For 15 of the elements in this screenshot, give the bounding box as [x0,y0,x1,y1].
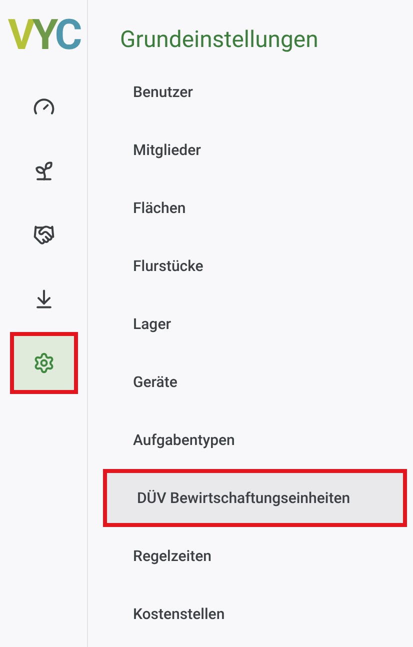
menu-item[interactable]: DÜV Bewirtschaftungseinheiten [103,469,407,527]
page-title: Grundeinstellungen [120,26,320,54]
menu-item[interactable]: Aufgabentypen [103,411,407,469]
menu-item[interactable]: Regelzeiten [103,527,407,585]
menu-item[interactable]: Kostenstellen [103,585,407,643]
logo: VYC [8,14,80,58]
menu-item[interactable]: Mitglieder [103,121,407,179]
menu-item[interactable]: Lager [103,295,407,353]
settings-icon [32,352,54,374]
menu-item[interactable]: Benutzer [103,63,407,121]
menu-item[interactable]: Flurstücke [103,237,407,295]
menu-item[interactable]: Geräte [103,353,407,411]
menu-item[interactable]: Flächen [103,179,407,237]
sprout-icon [32,160,54,182]
handshake-icon [32,224,54,246]
